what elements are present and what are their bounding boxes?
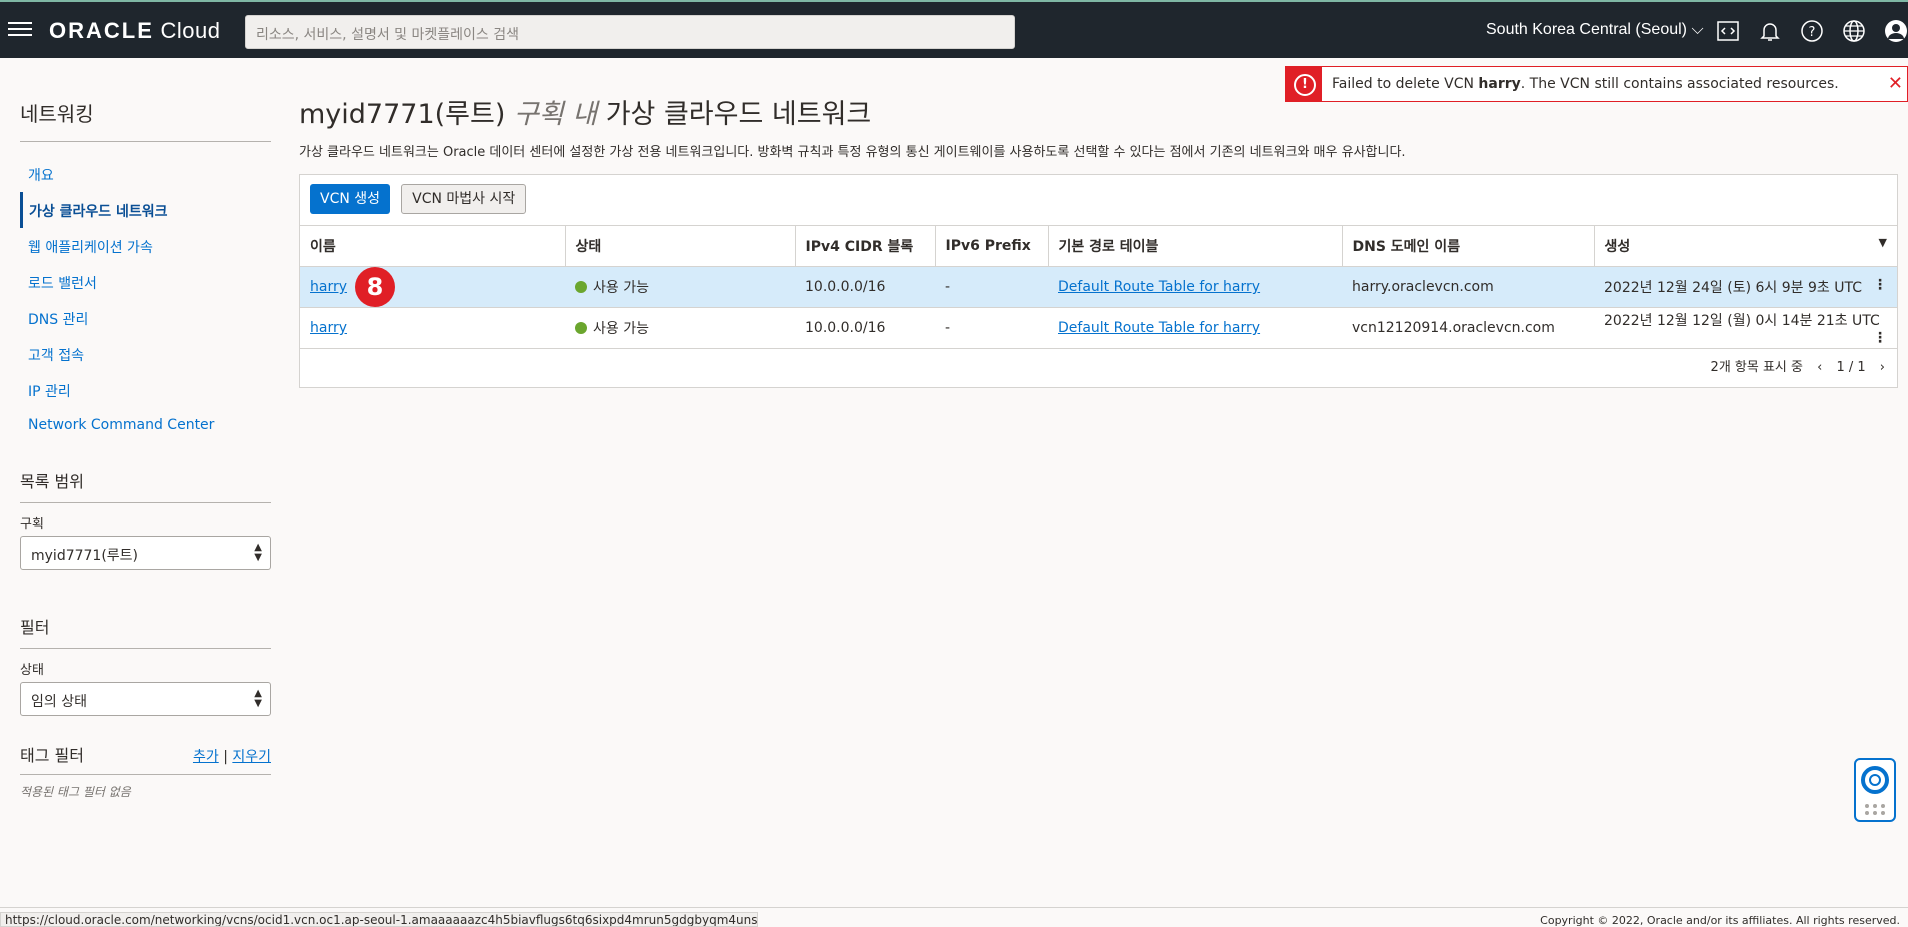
state-select[interactable]: 임의 상태 ▲ ▼ [20,682,271,716]
filter-title: 필터 [20,618,50,637]
vcn-name-link[interactable]: harry [310,279,347,295]
globe-icon[interactable] [1842,19,1866,43]
dns-cell: vcn12120914.oraclevcn.com [1342,307,1594,349]
browser-status-url: https://cloud.oracle.com/networking/vcns… [0,912,758,927]
cidr-cell: 10.0.0.0/16 [795,307,935,349]
chevron-right-icon[interactable]: › [1880,360,1885,375]
cidr-cell: 10.0.0.0/16 [795,266,935,308]
sidebar-item-network-command-center[interactable]: Network Command Center [20,408,271,444]
divider [20,648,271,649]
vcn-name-link[interactable]: harry [310,320,347,336]
compartment-select[interactable]: myid7771(루트) ▲ ▼ [20,536,271,570]
divider [20,141,271,142]
tag-separator: | [223,749,228,765]
footer-divider [0,907,1908,908]
vcn-table-panel: VCN 생성 VCN 마법사 시작 이름 상태 IPv4 CIDR 블록 IPv… [299,174,1898,388]
create-vcn-button[interactable]: VCN 생성 [310,184,391,214]
ipv6-cell: - [935,266,1048,308]
svg-text:?: ? [1809,25,1816,40]
status-available-icon [575,281,587,293]
no-tag-filters-text: 적용된 태그 필터 없음 [20,785,131,799]
column-header-name[interactable]: 이름 [300,225,566,267]
sidebar-item-ip-management[interactable]: IP 관리 [20,372,271,408]
sidebar-item-vcn[interactable]: 가상 클라우드 네트워크 [20,192,271,228]
sidebar-item-overview[interactable]: 개요 [20,156,271,192]
state-cell: 사용 가능 [565,307,795,349]
route-cell: Default Route Table for harry [1048,266,1342,308]
toast-message: Failed to delete VCN harry. The VCN stil… [1332,76,1839,92]
chevron-down-icon: ⌵ [1691,21,1704,38]
state-value: 임의 상태 [31,694,87,710]
page-description: 가상 클라우드 네트워크는 Oracle 데이터 센터에 설정한 가상 전용 네… [299,145,1406,160]
sidebar-item-web-acceleration[interactable]: 웹 애플리케이션 가속 [20,228,271,264]
divider [20,502,271,503]
search-input[interactable]: 리소스, 서비스, 설명서 및 마켓플레이스 검색 [245,15,1015,49]
sidebar-item-load-balancer[interactable]: 로드 밸런서 [20,264,271,300]
column-header-created[interactable]: 생성 ▼ [1594,225,1897,267]
item-count: 2개 항목 표시 중 [1710,360,1803,375]
tag-filter-title: 태그 필터 [20,746,84,765]
route-cell: Default Route Table for harry [1048,307,1342,349]
compartment-value: myid7771(루트) [31,548,139,564]
start-vcn-wizard-button[interactable]: VCN 마법사 시작 [401,184,527,214]
step-badge: 8 [355,267,396,307]
state-cell: 사용 가능 [565,266,795,308]
created-cell: 2022년 12월 24일 (토) 6시 9분 9초 UTC ⋮ [1594,266,1897,308]
column-header-state[interactable]: 상태 [565,225,796,267]
sidebar-item-dns[interactable]: DNS 관리 [20,300,271,336]
select-arrows-icon: ▲ ▼ [254,688,262,709]
main-content: myid7771(루트) 구획 내 가상 클라우드 네트워크 가상 클라우드 네… [299,92,1898,388]
select-arrows-icon: ▲ ▼ [254,542,262,563]
compartment-label: 구획 [20,517,44,532]
page-indicator: 1 / 1 [1836,360,1866,375]
bell-icon[interactable] [1758,19,1782,43]
user-avatar-icon[interactable] [1884,19,1908,43]
pagination: 2개 항목 표시 중 ‹ 1 / 1 › [1711,356,1885,375]
sidebar-item-customer-connectivity[interactable]: 고객 접속 [20,336,271,372]
tag-filter-header: 태그 필터 추가 | 지우기 [20,742,271,766]
region-selector[interactable]: South Korea Central (Seoul) ⌵ [1486,21,1704,39]
column-header-ipv4-cidr[interactable]: IPv4 CIDR 블록 [795,225,936,267]
sort-down-icon[interactable]: ▼ [1879,236,1887,249]
vcn-table: 이름 상태 IPv4 CIDR 블록 IPv6 Prefix 기본 경로 테이블… [300,225,1897,349]
state-label: 상태 [20,663,44,678]
sidebar-nav: 개요 가상 클라우드 네트워크 웹 애플리케이션 가속 로드 밸런서 DNS 관… [20,156,271,444]
route-table-link[interactable]: Default Route Table for harry [1058,279,1260,295]
menu-icon[interactable] [8,18,32,40]
page-title: myid7771(루트) 구획 내 가상 클라우드 네트워크 [299,99,872,130]
table-row[interactable]: harry 8 사용 가능 10.0.0.0/16 - Default Route… [300,266,1897,308]
route-table-link[interactable]: Default Route Table for harry [1058,320,1260,336]
top-navigation-bar: ORACLE Cloud 리소스, 서비스, 설명서 및 마켓플레이스 검색 S… [0,0,1908,58]
list-scope-title: 목록 범위 [20,472,84,491]
code-editor-icon[interactable] [1716,19,1740,43]
name-cell: harry 8 [300,266,565,308]
row-actions-menu-icon[interactable]: ⋮ [1873,277,1887,293]
help-lifebuoy-widget[interactable] [1854,758,1896,822]
sidebar: 네트워킹 개요 가상 클라우드 네트워크 웹 애플리케이션 가속 로드 밸런서 … [20,92,271,800]
copyright-text: Copyright © 2022, Oracle and/or its affi… [1540,914,1900,927]
divider [20,774,271,775]
created-cell: 2022년 12월 12일 (월) 0시 14분 21초 UTC ⋮ [1594,307,1897,349]
lifebuoy-icon [1861,766,1889,815]
chevron-left-icon[interactable]: ‹ [1817,360,1822,375]
sidebar-title: 네트워킹 [20,102,94,126]
status-available-icon [575,322,587,334]
tag-add-link[interactable]: 추가 [193,749,219,765]
close-icon[interactable]: ✕ [1888,73,1903,94]
column-header-route-table[interactable]: 기본 경로 테이블 [1048,225,1343,267]
dns-cell: harry.oraclevcn.com [1342,266,1594,308]
name-cell: harry [300,307,565,349]
tag-clear-link[interactable]: 지우기 [232,749,271,765]
column-header-ipv6-prefix[interactable]: IPv6 Prefix [935,225,1049,267]
table-row[interactable]: harry 사용 가능 10.0.0.0/16 - Default Route … [300,307,1897,349]
oracle-cloud-logo[interactable]: ORACLE Cloud [49,18,221,44]
ipv6-cell: - [935,307,1048,349]
column-header-dns-domain[interactable]: DNS 도메인 이름 [1342,225,1595,267]
row-actions-menu-icon[interactable]: ⋮ [1873,330,1887,346]
help-icon[interactable]: ? [1800,19,1824,43]
